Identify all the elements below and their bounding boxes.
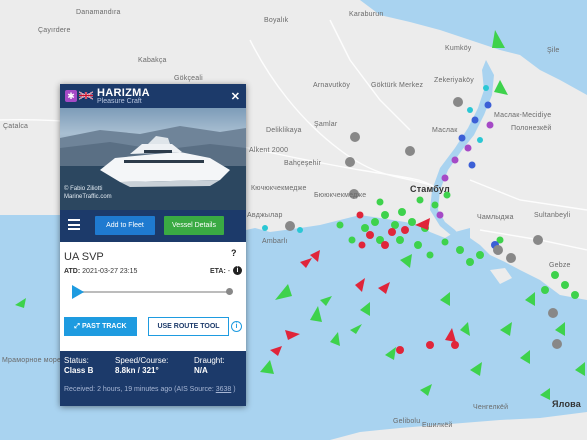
route-progress-track (72, 291, 230, 293)
vessel-position-icon (72, 285, 84, 299)
popup-header: ✱ HARIZMA Pleasure Craft ✕ (60, 84, 246, 108)
map-label: Deliklikaya (266, 127, 302, 134)
map-label: Alkent 2000 (249, 147, 289, 154)
info-icon[interactable]: i (233, 266, 242, 275)
map-label: Ешилкёй (422, 422, 453, 429)
map-label: Мраморное море (2, 357, 62, 364)
map-label: Чамлыджа (477, 214, 514, 221)
map-label: Şile (547, 47, 560, 54)
map-label: Полонезкёй (511, 125, 552, 132)
map-label: Karaburun (349, 11, 384, 18)
map-label: Стамбул (410, 184, 450, 194)
draught-field: Draught: N/A (194, 356, 225, 375)
add-to-fleet-button[interactable]: Add to Fleet (95, 216, 155, 235)
map-label: Göktürk Merkez (371, 82, 424, 89)
status-field: Status: Class B (64, 356, 94, 375)
route-name: UA SVP (64, 251, 104, 263)
vessel-details-button[interactable]: Vessel Details (164, 216, 224, 235)
map-label: Маслак (432, 127, 458, 134)
map-label: Kumköy (445, 45, 472, 52)
map-label: Boyalık (264, 17, 289, 24)
vessel-popup: ✱ HARIZMA Pleasure Craft ✕ © Fabio Zilio… (60, 84, 246, 406)
map-label: Бююкчекмедже (314, 192, 367, 199)
map-label: Kabakça (138, 57, 167, 64)
map-label: Gebze (549, 262, 571, 269)
map-label: Ченгелкёй (473, 404, 509, 411)
help-icon[interactable]: ? (231, 248, 237, 258)
route-section: UA SVP ? ATD: 2021-03-27 23:15 ETA: - i … (60, 242, 246, 351)
eta-row: ETA: - (210, 268, 231, 275)
map-label: Gökçeali (174, 75, 203, 82)
map-label: Çatalca (3, 123, 29, 130)
map-label: Çayırdere (38, 27, 71, 34)
close-icon[interactable]: ✕ (231, 90, 240, 103)
map-label: Zekeriyaköy (434, 77, 474, 84)
map-label: Маслак-Mecidiye (494, 112, 552, 119)
ais-source-link[interactable]: 3638 (216, 386, 232, 393)
past-track-button[interactable]: ⤢ PAST TRACK (64, 317, 137, 336)
atd-row: ATD: 2021-03-27 23:15 (64, 268, 138, 275)
map-label: Ялова (552, 399, 581, 409)
speed-course-field: Speed/Course: 8.8kn / 321° (115, 356, 169, 375)
map-label: Arnavutköy (313, 82, 351, 89)
map-label: Sultanbeyli (534, 212, 571, 219)
map-label: Şamlar (314, 121, 338, 128)
uk-flag-icon (79, 91, 93, 100)
use-route-tool-button[interactable]: USE ROUTE TOOL (148, 317, 229, 336)
pleasure-craft-icon: ✱ (65, 90, 77, 102)
route-info-icon[interactable]: i (231, 321, 242, 332)
vessel-photo[interactable]: © Fabio Ziliotti MarineTraffic.com (60, 108, 246, 210)
map-label: Кючюкчекмедже (251, 185, 307, 192)
map-label: Ambarlı (262, 238, 288, 245)
destination-marker (226, 288, 233, 295)
map-label: Bahçeşehir (284, 160, 322, 167)
received-info: Received: 2 hours, 19 minutes ago (AIS S… (64, 386, 236, 393)
popup-actions: Add to Fleet Vessel Details (60, 210, 246, 242)
map-label: Gelibolu (393, 418, 421, 425)
menu-icon[interactable] (68, 219, 80, 230)
map-label: Danamandıra (76, 9, 121, 16)
photo-credit: © Fabio Ziliotti MarineTraffic.com (64, 186, 112, 200)
vessel-type: Pleasure Craft (97, 98, 142, 105)
map-label: Авджылар (247, 212, 283, 219)
vessel-stats: Status: Class B Speed/Course: 8.8kn / 32… (60, 351, 246, 406)
